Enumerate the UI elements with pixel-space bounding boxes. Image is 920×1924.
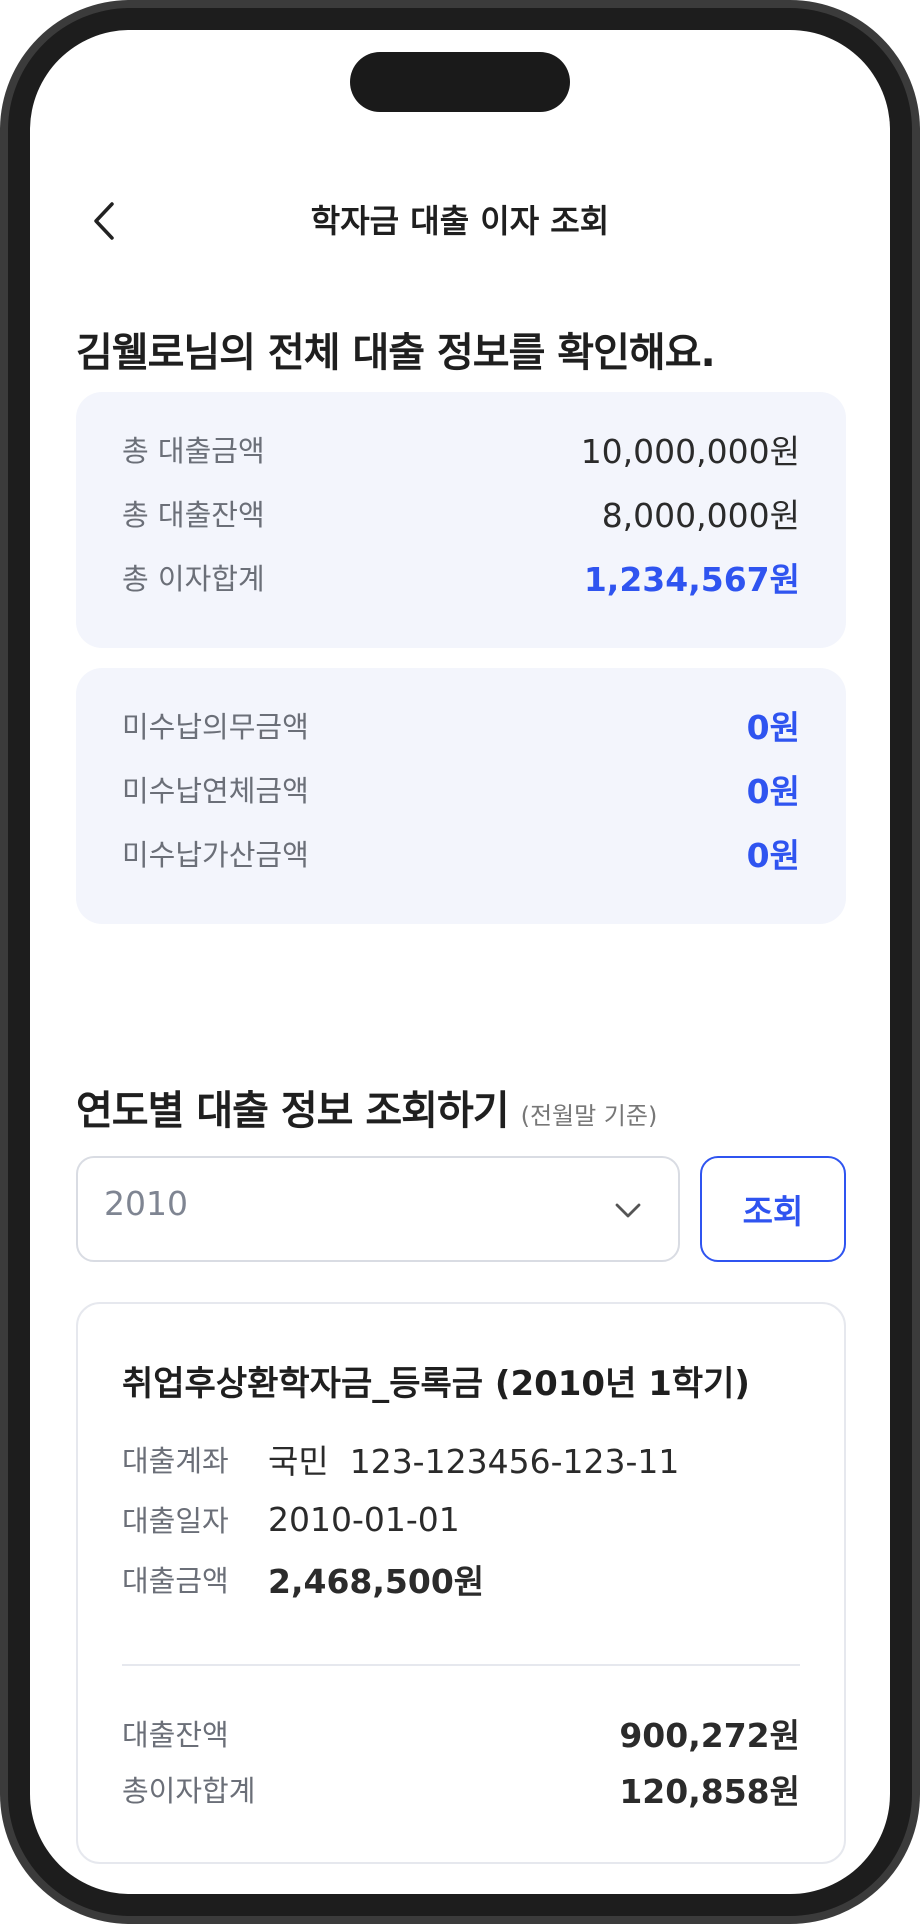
- summary-card: 총 대출금액 10,000,000원 총 대출잔액 8,000,000원 총 이…: [76, 392, 846, 648]
- unpaid-row-overdue: 미수납연체금액 0원: [122, 764, 800, 814]
- loan-date-value: 2010-01-01: [268, 1499, 460, 1539]
- unpaid-row-obligation: 미수납의무금액 0원: [122, 700, 800, 750]
- unpaid-row-additional: 미수납가산금액 0원: [122, 828, 800, 878]
- summary-value: 10,000,000원: [580, 432, 800, 471]
- loan-date-row: 대출일자 2010-01-01: [122, 1494, 460, 1544]
- unpaid-label: 미수납의무금액: [122, 710, 309, 744]
- dynamic-island: [350, 52, 570, 112]
- unpaid-value: 0원: [746, 772, 800, 811]
- loan-interest-label: 총이자합계: [122, 1774, 256, 1808]
- loan-amount-row: 대출금액 2,468,500원: [122, 1554, 484, 1604]
- loan-amount-label: 대출금액: [122, 1564, 229, 1598]
- phone-screen: 학자금 대출 이자 조회 김웰로님의 전체 대출 정보를 확인해요. 총 대출금…: [30, 30, 890, 1894]
- year-select-value: 2010: [104, 1184, 188, 1223]
- loan-interest-row: 총이자합계 120,858원: [122, 1764, 800, 1814]
- unpaid-value: 0원: [746, 836, 800, 875]
- summary-value: 1,234,567원: [583, 560, 800, 599]
- summary-label: 총 이자합계: [122, 562, 265, 596]
- unpaid-value: 0원: [746, 708, 800, 747]
- summary-value: 8,000,000원: [601, 496, 800, 535]
- loan-balance-value: 900,272원: [619, 1716, 800, 1755]
- headline: 김웰로님의 전체 대출 정보를 확인해요.: [76, 330, 716, 376]
- loan-detail-card: 취업후상환학자금_등록금 (2010년 1학기) 대출계좌 국민 123-123…: [76, 1302, 846, 1864]
- page-title: 학자금 대출 이자 조회: [310, 202, 610, 240]
- loan-account-value: 국민 123-123456-123-11: [268, 1442, 680, 1481]
- loan-account-label: 대출계좌: [122, 1444, 229, 1478]
- phone-frame: 학자금 대출 이자 조회 김웰로님의 전체 대출 정보를 확인해요. 총 대출금…: [0, 0, 920, 1924]
- loan-date-label: 대출일자: [122, 1504, 229, 1538]
- section-title-main: 연도별 대출 정보 조회하기: [76, 1088, 510, 1134]
- query-button[interactable]: 조회: [700, 1156, 846, 1262]
- chevron-down-icon: [615, 1203, 641, 1218]
- app-header: 학자금 대출 이자 조회: [30, 170, 890, 270]
- summary-label: 총 대출잔액: [122, 498, 265, 532]
- unpaid-label: 미수납가산금액: [122, 838, 309, 872]
- loan-amount-value: 2,468,500원: [268, 1562, 485, 1601]
- year-select[interactable]: 2010: [76, 1156, 680, 1262]
- section-title-sub: (전월말 기준): [520, 1102, 658, 1130]
- unpaid-label: 미수납연체금액: [122, 774, 309, 808]
- loan-balance-row: 대출잔액 900,272원: [122, 1708, 800, 1758]
- summary-label: 총 대출금액: [122, 434, 265, 468]
- loan-title: 취업후상환학자금_등록금 (2010년 1학기): [122, 1364, 750, 1404]
- summary-row-total-loan: 총 대출금액 10,000,000원: [122, 424, 800, 474]
- summary-row-total-balance: 총 대출잔액 8,000,000원: [122, 488, 800, 538]
- loan-account-row: 대출계좌 국민 123-123456-123-11: [122, 1434, 679, 1484]
- section-title: 연도별 대출 정보 조회하기 (전월말 기준): [76, 1078, 657, 1136]
- divider: [122, 1664, 800, 1666]
- loan-interest-value: 120,858원: [619, 1772, 800, 1811]
- unpaid-card: 미수납의무금액 0원 미수납연체금액 0원 미수납가산금액 0원: [76, 668, 846, 924]
- summary-row-total-interest: 총 이자합계 1,234,567원: [122, 552, 800, 602]
- loan-balance-label: 대출잔액: [122, 1718, 229, 1752]
